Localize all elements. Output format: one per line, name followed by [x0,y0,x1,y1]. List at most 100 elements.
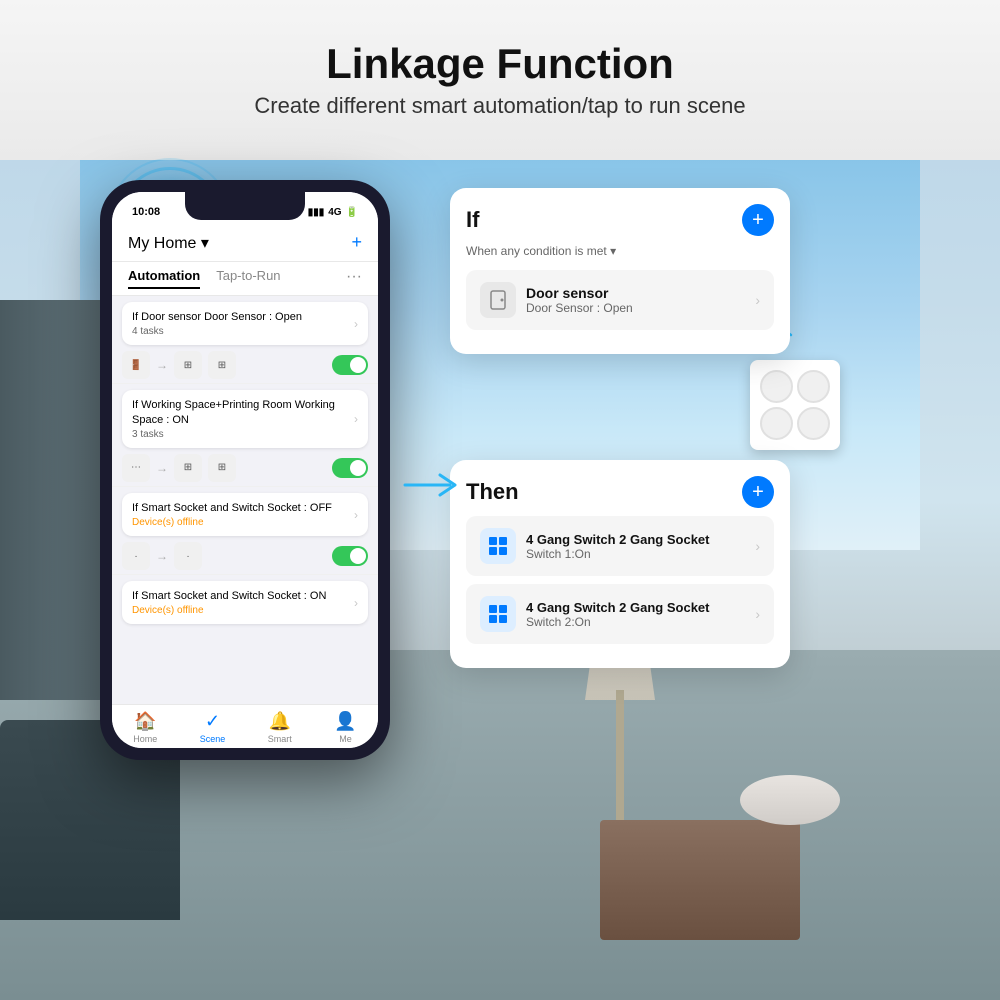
phone-nav-title[interactable]: My Home ▾ [128,233,209,253]
battery-icon: 🔋 [346,207,358,218]
phone-status-right: ▮▮▮ 4G 🔋 [308,207,358,218]
action-1-content: 4 Gang Switch 2 Gang Socket Switch 1:On [526,532,745,561]
item-3-title: If Smart Socket and Switch Socket : OFF [132,501,348,515]
icon-dot-sm: · [174,542,202,570]
phone-content: If Door sensor Door Sensor : Open 4 task… [112,296,378,704]
tab-automation[interactable]: Automation [128,268,200,289]
scene-icon: ✓ [205,711,220,732]
divider-3 [112,574,378,575]
tab-tap-to-run[interactable]: Tap-to-Run [216,268,280,289]
automation-item-1[interactable]: If Door sensor Door Sensor : Open 4 task… [122,302,368,345]
automation-item-4[interactable]: If Smart Socket and Switch Socket : ON D… [122,581,368,624]
automation-item-2[interactable]: If Working Space+Printing Room Working S… [122,390,368,448]
signal-bars: ▮▮▮ [308,207,325,218]
item-4-title: If Smart Socket and Switch Socket : ON [132,589,348,603]
smart-icon: 🔔 [269,711,291,732]
door-sensor-chevron: › [755,292,760,308]
home-label: Home [133,734,157,744]
arrow-3: → [156,549,168,563]
item-3-subtitle: Device(s) offline [132,517,348,528]
phone-bottom-nav: 🏠 Home ✓ Scene 🔔 Smart 👤 Me [112,704,378,748]
item-1-icons: 🚪 → ⊞ ⊞ [122,351,368,379]
action-1-title: 4 Gang Switch 2 Gang Socket [526,532,745,547]
then-panel: Then + 4 Gang Switch 2 Gang Socket Switc… [450,460,790,668]
phone-nav: My Home ▾ + [112,224,378,262]
socket-btn-4 [797,407,830,440]
toggle-2[interactable] [332,458,368,478]
item-3-icons: · → · [122,542,368,570]
if-panel: If + When any condition is met ▾ Door se… [450,188,790,354]
toggle-1[interactable] [332,355,368,375]
arrow-connector [400,470,460,507]
socket-btn-1 [760,370,793,403]
me-icon: 👤 [334,711,356,732]
door-sensor-icon [480,282,516,318]
bottom-nav-home[interactable]: 🏠 Home [133,711,157,744]
arrow-2: → [156,461,168,475]
home-icon: 🏠 [134,711,156,732]
if-panel-header: If + [466,204,774,236]
action-2-subtitle: Switch 2:On [526,615,745,629]
action-1-icon [480,528,516,564]
bottom-nav-smart[interactable]: 🔔 Smart [268,711,292,744]
icon-grid-2: ⊞ [208,351,236,379]
if-panel-subtitle[interactable]: When any condition is met ▾ [466,244,774,258]
action-item-1[interactable]: 4 Gang Switch 2 Gang Socket Switch 1:On … [466,516,774,576]
item-2-chevron: › [354,412,358,426]
network-type: 4G [328,207,341,218]
action-2-chevron: › [755,606,760,622]
divider-2 [112,486,378,487]
item-4-content: If Smart Socket and Switch Socket : ON D… [132,589,348,616]
if-add-button[interactable]: + [742,204,774,236]
then-panel-header: Then + [466,476,774,508]
action-2-content: 4 Gang Switch 2 Gang Socket Switch 2:On [526,600,745,629]
item-2-title: If Working Space+Printing Room Working S… [132,398,348,427]
main-title: Linkage Function [326,41,674,87]
action-1-subtitle: Switch 1:On [526,547,745,561]
item-1-content: If Door sensor Door Sensor : Open 4 task… [132,310,348,337]
item-4-subtitle: Device(s) offline [132,605,348,616]
socket-btn-2 [797,370,830,403]
scene-label: Scene [200,734,226,744]
item-1-title: If Door sensor Door Sensor : Open [132,310,348,324]
item-3-content: If Smart Socket and Switch Socket : OFF … [132,501,348,528]
action-1-chevron: › [755,538,760,554]
condition-door-sensor[interactable]: Door sensor Door Sensor : Open › [466,270,774,330]
icon-socket-sm: · [122,542,150,570]
smart-label: Smart [268,734,292,744]
item-2-content: If Working Space+Printing Room Working S… [132,398,348,440]
door-sensor-subtitle: Door Sensor : Open [526,301,745,315]
icon-grid-3: ⊞ [174,454,202,482]
bottom-nav-scene[interactable]: ✓ Scene [200,711,226,744]
divider-1 [112,383,378,384]
item-4-chevron: › [354,596,358,610]
phone-time: 10:08 [132,206,160,218]
socket-btn-3 [760,407,793,440]
door-sensor-title: Door sensor [526,285,745,301]
header-area: Linkage Function Create different smart … [0,0,1000,160]
item-2-icons: ⋯ → ⊞ ⊞ [122,454,368,482]
if-panel-title: If [466,207,479,233]
icon-grid-4: ⊞ [208,454,236,482]
icon-door: 🚪 [122,351,150,379]
item-2-subtitle: 3 tasks [132,429,348,440]
room-table [600,820,800,940]
tabs-menu[interactable]: ··· [346,268,362,289]
then-panel-title: Then [466,479,519,505]
icon-grid-1: ⊞ [174,351,202,379]
phone-tabs: Automation Tap-to-Run ··· [112,262,378,296]
bottom-nav-me[interactable]: 👤 Me [334,711,356,744]
item-3-chevron: › [354,508,358,522]
toggle-3[interactable] [332,546,368,566]
me-label: Me [339,734,352,744]
automation-item-3[interactable]: If Smart Socket and Switch Socket : OFF … [122,493,368,536]
phone-body: 10:08 ▮▮▮ 4G 🔋 My Home ▾ + Automation Ta… [100,180,390,760]
wall-socket-device [750,360,840,450]
arrow-1: → [156,358,168,372]
door-sensor-content: Door sensor Door Sensor : Open [526,285,745,315]
then-add-button[interactable]: + [742,476,774,508]
action-item-2[interactable]: 4 Gang Switch 2 Gang Socket Switch 2:On … [466,584,774,644]
action-2-title: 4 Gang Switch 2 Gang Socket [526,600,745,615]
item-1-subtitle: 4 tasks [132,326,348,337]
phone-add-btn[interactable]: + [351,232,362,253]
